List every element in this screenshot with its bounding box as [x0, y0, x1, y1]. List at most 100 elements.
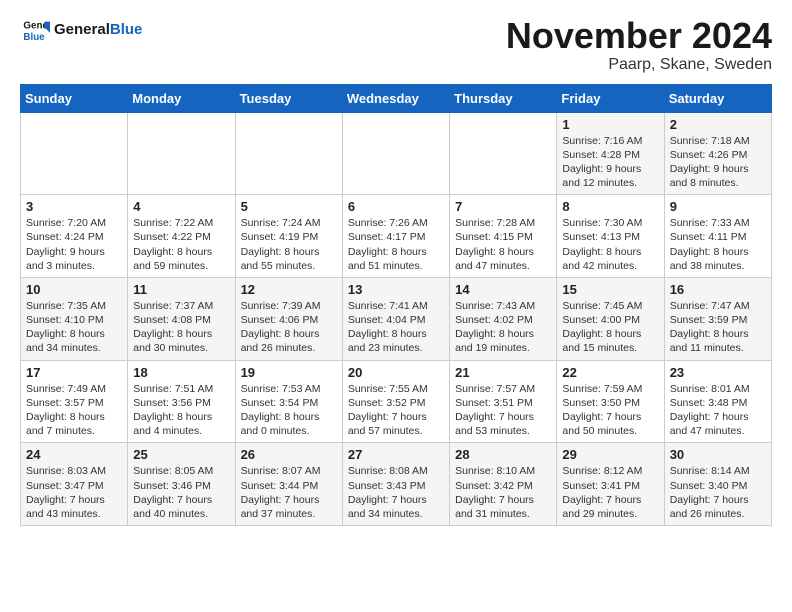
calendar-cell: 21Sunrise: 7:57 AM Sunset: 3:51 PM Dayli…: [450, 360, 557, 443]
page-title: November 2024: [506, 16, 772, 56]
calendar-cell: 15Sunrise: 7:45 AM Sunset: 4:00 PM Dayli…: [557, 277, 664, 360]
day-info: Sunrise: 7:55 AM Sunset: 3:52 PM Dayligh…: [348, 382, 444, 439]
calendar-cell: 3 Sunrise: 7:20 AM Sunset: 4:24 PM Daylig…: [21, 195, 128, 278]
day-number: 17: [26, 365, 122, 380]
calendar-cell: 19 Sunrise: 7:53 AM Sunset: 3:54 PM Dayli…: [235, 360, 342, 443]
calendar-table: Sunday Monday Tuesday Wednesday Thursday…: [20, 84, 772, 526]
day-number: 1: [562, 117, 658, 132]
calendar-cell: [342, 112, 449, 195]
day-number: 30: [670, 447, 766, 462]
day-info: Sunrise: 7:20 AM Sunset: 4:24 PM Dayligh…: [26, 216, 122, 273]
calendar-cell: 25 Sunrise: 8:05 AM Sunset: 3:46 PM Dayli…: [128, 443, 235, 526]
day-number: 4: [133, 199, 229, 214]
page-subtitle: Paarp, Skane, Sweden: [506, 56, 772, 74]
col-wednesday: Wednesday: [342, 84, 449, 112]
calendar-cell: 12Sunrise: 7:39 AM Sunset: 4:06 PM Dayli…: [235, 277, 342, 360]
day-info: Sunrise: 7:49 AM Sunset: 3:57 PM Dayligh…: [26, 382, 122, 439]
week-row-2: 10Sunrise: 7:35 AM Sunset: 4:10 PM Dayli…: [21, 277, 772, 360]
calendar-cell: 1 Sunrise: 7:16 AM Sunset: 4:28 PM Daylig…: [557, 112, 664, 195]
day-number: 27: [348, 447, 444, 462]
calendar-cell: 9 Sunrise: 7:33 AM Sunset: 4:11 PM Daylig…: [664, 195, 771, 278]
day-info: Sunrise: 8:05 AM Sunset: 3:46 PM Dayligh…: [133, 464, 229, 521]
logo-icon: General Blue: [22, 16, 50, 44]
calendar-cell: 23 Sunrise: 8:01 AM Sunset: 3:48 PM Dayli…: [664, 360, 771, 443]
calendar-cell: 20 Sunrise: 7:55 AM Sunset: 3:52 PM Dayli…: [342, 360, 449, 443]
calendar-cell: 11 Sunrise: 7:37 AM Sunset: 4:08 PM Dayli…: [128, 277, 235, 360]
col-friday: Friday: [557, 84, 664, 112]
day-number: 20: [348, 365, 444, 380]
day-number: 9: [670, 199, 766, 214]
day-number: 25: [133, 447, 229, 462]
day-info: Sunrise: 7:18 AM Sunset: 4:26 PM Dayligh…: [670, 134, 766, 191]
calendar-cell: [128, 112, 235, 195]
day-info: Sunrise: 7:26 AM Sunset: 4:17 PM Dayligh…: [348, 216, 444, 273]
day-info: Sunrise: 7:28 AM Sunset: 4:15 PM Dayligh…: [455, 216, 551, 273]
week-row-1: 3 Sunrise: 7:20 AM Sunset: 4:24 PM Daylig…: [21, 195, 772, 278]
day-number: 5: [241, 199, 337, 214]
page: General Blue GeneralBlue November 2024 P…: [0, 0, 792, 536]
day-info: Sunrise: 8:07 AM Sunset: 3:44 PM Dayligh…: [241, 464, 337, 521]
calendar-cell: 6 Sunrise: 7:26 AM Sunset: 4:17 PM Daylig…: [342, 195, 449, 278]
calendar-cell: 2Sunrise: 7:18 AM Sunset: 4:26 PM Daylig…: [664, 112, 771, 195]
day-number: 21: [455, 365, 551, 380]
day-info: Sunrise: 7:53 AM Sunset: 3:54 PM Dayligh…: [241, 382, 337, 439]
calendar-cell: [235, 112, 342, 195]
logo-area: General Blue GeneralBlue: [20, 16, 142, 44]
day-number: 13: [348, 282, 444, 297]
day-number: 26: [241, 447, 337, 462]
col-saturday: Saturday: [664, 84, 771, 112]
day-info: Sunrise: 7:51 AM Sunset: 3:56 PM Dayligh…: [133, 382, 229, 439]
day-info: Sunrise: 7:24 AM Sunset: 4:19 PM Dayligh…: [241, 216, 337, 273]
calendar-cell: 22Sunrise: 7:59 AM Sunset: 3:50 PM Dayli…: [557, 360, 664, 443]
day-number: 22: [562, 365, 658, 380]
calendar-cell: 27 Sunrise: 8:08 AM Sunset: 3:43 PM Dayli…: [342, 443, 449, 526]
day-info: Sunrise: 7:45 AM Sunset: 4:00 PM Dayligh…: [562, 299, 658, 356]
day-info: Sunrise: 7:22 AM Sunset: 4:22 PM Dayligh…: [133, 216, 229, 273]
day-info: Sunrise: 7:43 AM Sunset: 4:02 PM Dayligh…: [455, 299, 551, 356]
col-thursday: Thursday: [450, 84, 557, 112]
day-number: 11: [133, 282, 229, 297]
calendar-cell: 24 Sunrise: 8:03 AM Sunset: 3:47 PM Dayli…: [21, 443, 128, 526]
day-info: Sunrise: 7:33 AM Sunset: 4:11 PM Dayligh…: [670, 216, 766, 273]
day-number: 3: [26, 199, 122, 214]
calendar-cell: 29 Sunrise: 8:12 AM Sunset: 3:41 PM Dayli…: [557, 443, 664, 526]
col-monday: Monday: [128, 84, 235, 112]
day-number: 14: [455, 282, 551, 297]
calendar-cell: 26 Sunrise: 8:07 AM Sunset: 3:44 PM Dayli…: [235, 443, 342, 526]
day-number: 6: [348, 199, 444, 214]
day-number: 29: [562, 447, 658, 462]
day-info: Sunrise: 7:41 AM Sunset: 4:04 PM Dayligh…: [348, 299, 444, 356]
logo-blue: Blue: [110, 21, 143, 38]
day-info: Sunrise: 7:47 AM Sunset: 3:59 PM Dayligh…: [670, 299, 766, 356]
calendar-cell: 13 Sunrise: 7:41 AM Sunset: 4:04 PM Dayli…: [342, 277, 449, 360]
week-row-0: 1 Sunrise: 7:16 AM Sunset: 4:28 PM Daylig…: [21, 112, 772, 195]
day-info: Sunrise: 7:35 AM Sunset: 4:10 PM Dayligh…: [26, 299, 122, 356]
day-info: Sunrise: 8:01 AM Sunset: 3:48 PM Dayligh…: [670, 382, 766, 439]
day-info: Sunrise: 8:08 AM Sunset: 3:43 PM Dayligh…: [348, 464, 444, 521]
calendar-cell: 14 Sunrise: 7:43 AM Sunset: 4:02 PM Dayli…: [450, 277, 557, 360]
logo-general: General: [54, 21, 110, 38]
day-info: Sunrise: 7:30 AM Sunset: 4:13 PM Dayligh…: [562, 216, 658, 273]
svg-text:Blue: Blue: [23, 32, 45, 43]
day-number: 24: [26, 447, 122, 462]
day-number: 7: [455, 199, 551, 214]
day-info: Sunrise: 8:14 AM Sunset: 3:40 PM Dayligh…: [670, 464, 766, 521]
day-info: Sunrise: 8:10 AM Sunset: 3:42 PM Dayligh…: [455, 464, 551, 521]
calendar-cell: 5 Sunrise: 7:24 AM Sunset: 4:19 PM Daylig…: [235, 195, 342, 278]
day-number: 23: [670, 365, 766, 380]
calendar-cell: 4 Sunrise: 7:22 AM Sunset: 4:22 PM Daylig…: [128, 195, 235, 278]
title-area: November 2024 Paarp, Skane, Sweden: [506, 16, 772, 74]
day-info: Sunrise: 8:12 AM Sunset: 3:41 PM Dayligh…: [562, 464, 658, 521]
day-number: 19: [241, 365, 337, 380]
day-info: Sunrise: 7:37 AM Sunset: 4:08 PM Dayligh…: [133, 299, 229, 356]
day-info: Sunrise: 7:16 AM Sunset: 4:28 PM Dayligh…: [562, 134, 658, 191]
day-info: Sunrise: 8:03 AM Sunset: 3:47 PM Dayligh…: [26, 464, 122, 521]
day-info: Sunrise: 7:39 AM Sunset: 4:06 PM Dayligh…: [241, 299, 337, 356]
day-number: 28: [455, 447, 551, 462]
calendar-cell: 28 Sunrise: 8:10 AM Sunset: 3:42 PM Dayli…: [450, 443, 557, 526]
calendar-header-row: Sunday Monday Tuesday Wednesday Thursday…: [21, 84, 772, 112]
week-row-4: 24 Sunrise: 8:03 AM Sunset: 3:47 PM Dayli…: [21, 443, 772, 526]
col-tuesday: Tuesday: [235, 84, 342, 112]
calendar-cell: 16Sunrise: 7:47 AM Sunset: 3:59 PM Dayli…: [664, 277, 771, 360]
calendar-cell: [21, 112, 128, 195]
